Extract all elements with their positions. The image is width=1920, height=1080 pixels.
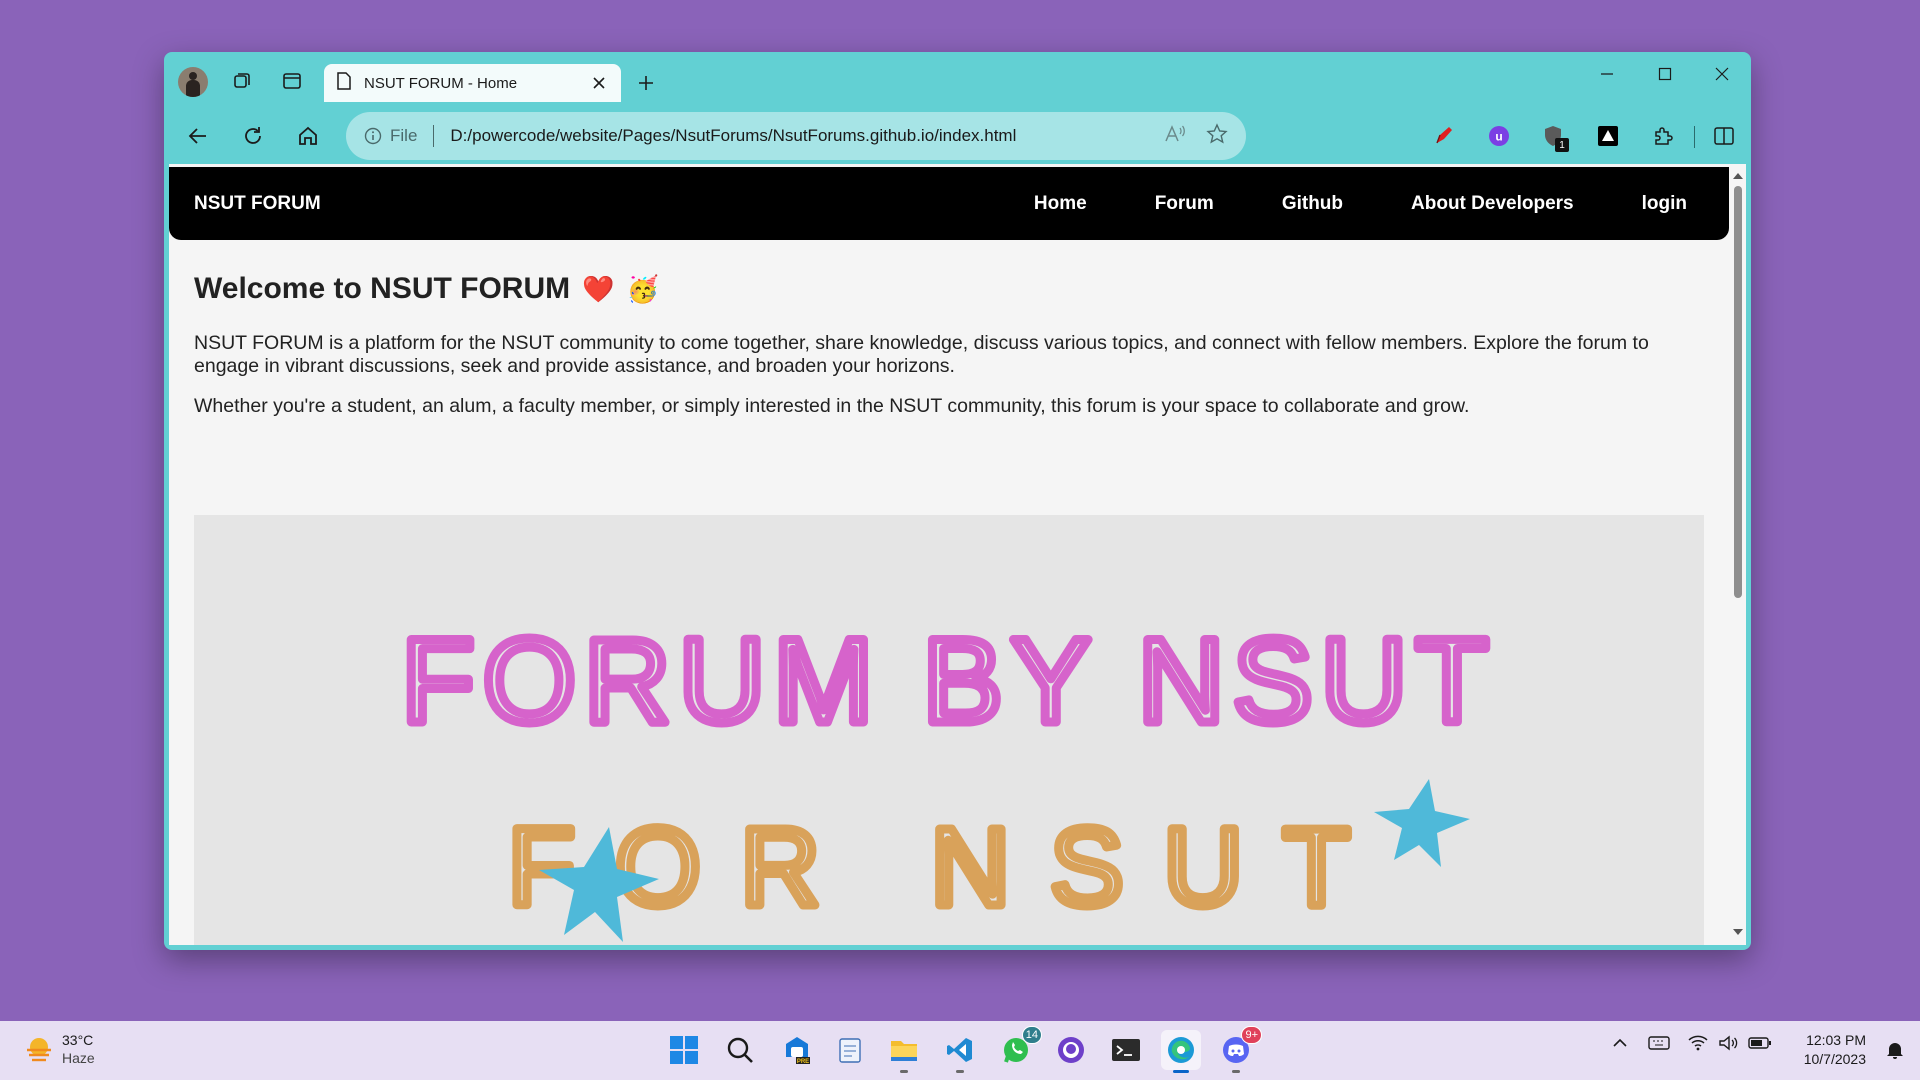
clock-time: 12:03 PM [1806, 1032, 1866, 1048]
heart-emoji-icon: ❤️ [582, 273, 615, 304]
vertical-tabs-icon[interactable] [276, 65, 308, 97]
running-indicator [956, 1070, 964, 1073]
tab-active[interactable]: NSUT FORUM - Home [324, 64, 621, 102]
clock-date: 10/7/2023 [1803, 1051, 1866, 1067]
scroll-thumb[interactable] [1734, 186, 1742, 598]
show-hidden-icons-icon[interactable] [1612, 1035, 1628, 1056]
banner-line-1: FORUM BY NSUT [401, 614, 1496, 748]
taskbar: 33°C Haze PRE 14 9+ 12:03 PM 10/7/2023 [0, 1021, 1920, 1080]
vpn-extension-icon[interactable]: 1 [1535, 118, 1571, 154]
forum-banner-image: FORUM BY NSUT FOR NSUT [194, 515, 1704, 945]
address-divider [433, 125, 435, 147]
intro-paragraph: NSUT FORUM is a platform for the NSUT co… [194, 332, 1649, 377]
scroll-down-arrow-icon [1733, 929, 1743, 935]
whatsapp-icon[interactable]: 14 [996, 1026, 1042, 1070]
close-window-button[interactable] [1693, 54, 1751, 94]
address-bar[interactable]: File D:/powercode/website/Pages/NsutForu… [346, 112, 1246, 160]
terminal-icon[interactable] [1106, 1030, 1146, 1070]
browser-window: NSUT FORUM - Home File D:/powercode/webs… [164, 52, 1751, 950]
refresh-button[interactable] [235, 118, 271, 154]
triangle-extension-icon[interactable] [1590, 118, 1626, 154]
system-tray [1612, 1035, 1772, 1056]
new-tab-button[interactable] [630, 67, 662, 99]
extension-badge: 1 [1555, 138, 1569, 152]
discord-badge: 9+ [1241, 1026, 1262, 1044]
vscode-icon[interactable] [940, 1030, 980, 1073]
maximize-button[interactable] [1636, 54, 1694, 94]
site-info-button[interactable]: File [364, 126, 417, 146]
browser-toolbar: File D:/powercode/website/Pages/NsutForu… [164, 108, 1751, 164]
site-brand[interactable]: NSUT FORUM [194, 193, 321, 215]
document-icon [336, 71, 352, 95]
notepad-icon[interactable] [830, 1030, 870, 1070]
search-icon[interactable] [720, 1030, 760, 1070]
workspaces-icon[interactable] [226, 65, 258, 97]
read-aloud-icon[interactable] [1164, 124, 1186, 149]
running-indicator [900, 1070, 908, 1073]
info-icon [364, 127, 382, 145]
nav-link-login[interactable]: login [1642, 193, 1687, 215]
nav-link-forum[interactable]: Forum [1155, 193, 1214, 215]
nav-link-home[interactable]: Home [1034, 193, 1087, 215]
page-heading-text: Welcome to NSUT FORUM [194, 272, 571, 305]
keyboard-icon[interactable] [1648, 1035, 1670, 1056]
battery-icon[interactable] [1748, 1036, 1772, 1055]
profile-avatar[interactable] [178, 67, 208, 97]
extensions-puzzle-icon[interactable] [1645, 118, 1681, 154]
running-indicator [1232, 1070, 1240, 1073]
taskbar-clock[interactable]: 12:03 PM 10/7/2023 [1804, 1031, 1866, 1069]
weather-temp: 33°C [62, 1032, 94, 1048]
close-tab-icon[interactable] [589, 73, 609, 93]
haze-sun-icon [27, 1038, 51, 1062]
minimize-button[interactable] [1578, 54, 1636, 94]
toolbar-divider [1694, 126, 1695, 148]
party-face-emoji-icon: 🥳 [626, 273, 659, 304]
svg-text:PRE: PRE [797, 1059, 809, 1065]
url-text[interactable]: D:/powercode/website/Pages/NsutForums/Ns… [450, 126, 1164, 146]
site-info-label: File [390, 126, 418, 145]
pen-extension-icon[interactable] [1426, 118, 1462, 154]
start-button[interactable] [664, 1030, 704, 1070]
whatsapp-badge: 14 [1021, 1026, 1042, 1044]
title-bar: NSUT FORUM - Home [164, 52, 1751, 108]
back-button[interactable] [180, 118, 216, 154]
site-navbar: NSUT FORUM Home Forum Github About Devel… [169, 167, 1729, 240]
favorite-star-icon[interactable] [1206, 122, 1228, 150]
notification-bell-icon[interactable] [1886, 1040, 1904, 1065]
volume-icon[interactable] [1718, 1035, 1738, 1056]
weather-condition: Haze [62, 1050, 95, 1066]
banner-line-2: FOR NSUT [508, 806, 1390, 929]
file-explorer-icon[interactable] [884, 1030, 924, 1073]
wifi-icon[interactable] [1688, 1035, 1708, 1056]
secondary-paragraph: Whether you're a student, an alum, a fac… [194, 395, 1470, 417]
purple-extension-icon[interactable]: u [1481, 118, 1517, 154]
discord-icon[interactable]: 9+ [1216, 1026, 1262, 1073]
edge-browser-icon[interactable] [1161, 1030, 1201, 1073]
banner-drawing: FORUM BY NSUT FOR NSUT [397, 610, 1496, 942]
svg-text:u: u [1495, 130, 1502, 144]
outlook-preview-icon[interactable]: PRE [777, 1030, 817, 1070]
weather-widget[interactable]: 33°C Haze [24, 1031, 95, 1067]
tab-title: NSUT FORUM - Home [364, 74, 518, 92]
page-heading: Welcome to NSUT FORUM ❤️ 🥳 [194, 272, 1704, 306]
page-viewport: NSUT FORUM Home Forum Github About Devel… [169, 164, 1746, 945]
split-screen-icon[interactable] [1706, 118, 1742, 154]
nav-link-github[interactable]: Github [1282, 193, 1343, 215]
active-indicator [1173, 1070, 1189, 1073]
home-button[interactable] [290, 118, 326, 154]
nav-link-about-developers[interactable]: About Developers [1411, 193, 1574, 215]
page-scrollbar[interactable] [1729, 164, 1746, 945]
scroll-up-arrow-icon [1733, 173, 1743, 179]
github-desktop-icon[interactable] [1051, 1030, 1091, 1070]
